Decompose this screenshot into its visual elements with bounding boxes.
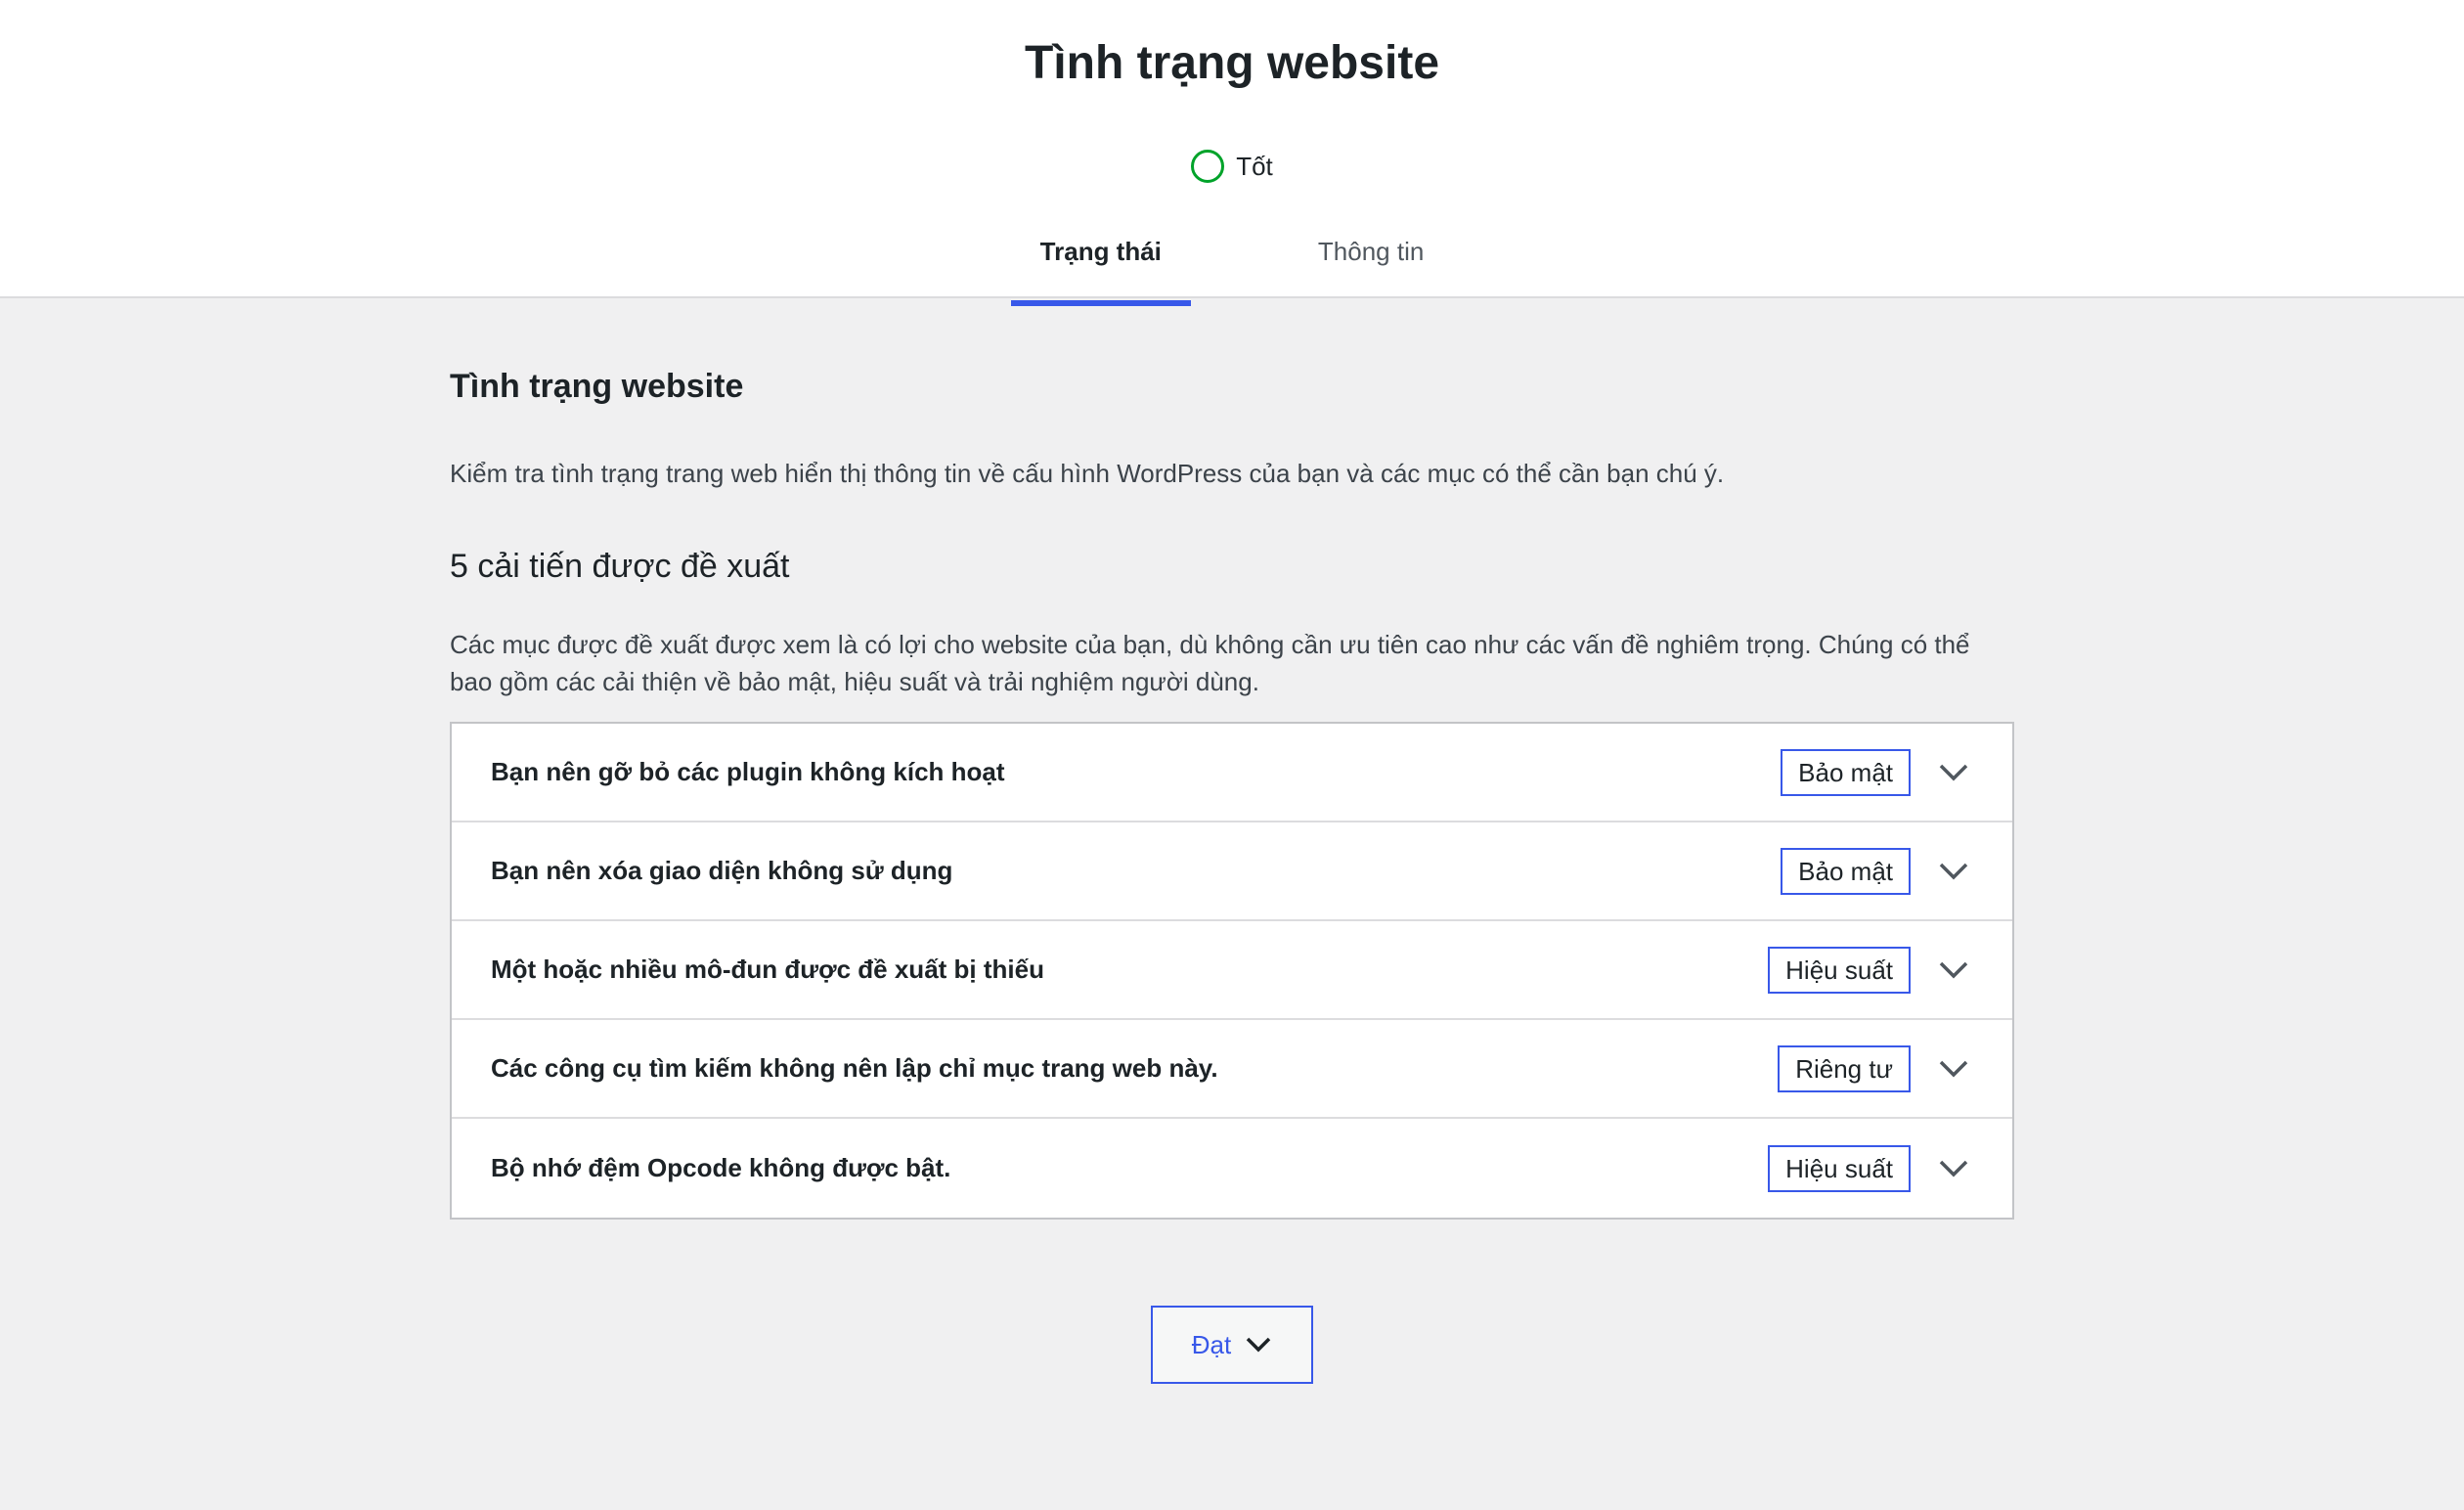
issues-list: Bạn nên gỡ bỏ các plugin không kích hoạt… — [450, 722, 2014, 1220]
passed-button-label: Đạt — [1191, 1329, 1232, 1359]
issue-badge: Hiệu suất — [1768, 1144, 1911, 1192]
header: Tình trạng website Tốt Trạng thái Thông … — [0, 0, 2464, 306]
issue-item[interactable]: Bạn nên xóa giao diện không sử dụng Bảo … — [452, 822, 2012, 921]
status-circle-icon — [1191, 150, 1225, 183]
tabs: Trạng thái Thông tin — [0, 220, 2464, 306]
chevron-down-icon[interactable] — [1934, 852, 1973, 891]
issue-badge: Bảo mật — [1781, 847, 1911, 895]
issue-title: Bộ nhớ đệm Opcode không được bật. — [491, 1153, 951, 1182]
main-content: Tình trạng website Kiểm tra tình trạng t… — [450, 362, 2014, 1220]
section-title: Tình trạng website — [450, 368, 744, 405]
issue-item[interactable]: Bạn nên gỡ bỏ các plugin không kích hoạt… — [452, 724, 2012, 822]
tab-info[interactable]: Thông tin — [1289, 220, 1453, 298]
improvements-title: 5 cải tiến được đề xuất — [450, 548, 790, 585]
issue-badge: Riêng tư — [1778, 1044, 1911, 1092]
issue-badge: Hiệu suất — [1768, 946, 1911, 994]
health-status: Tốt — [0, 145, 2464, 188]
chevron-down-icon[interactable] — [1934, 1049, 1973, 1088]
chevron-down-icon[interactable] — [1934, 951, 1973, 990]
passed-tests-button[interactable]: Đạt — [1151, 1306, 1313, 1384]
chevron-down-icon[interactable] — [1934, 753, 1973, 792]
issue-title: Một hoặc nhiều mô-đun được đề xuất bị th… — [491, 955, 1044, 984]
tab-status[interactable]: Trạng thái — [1010, 220, 1192, 306]
issue-item[interactable]: Bộ nhớ đệm Opcode không được bật. Hiệu s… — [452, 1119, 2012, 1218]
improvements-description: Các mục được đề xuất được xem là có lợi … — [450, 630, 1970, 696]
issue-title: Các công cụ tìm kiếm không nên lập chỉ m… — [491, 1053, 1218, 1083]
issue-title: Bạn nên gỡ bỏ các plugin không kích hoạt — [491, 757, 1005, 786]
section-description: Kiểm tra tình trạng trang web hiển thị t… — [450, 459, 1725, 488]
issue-item[interactable]: Các công cụ tìm kiếm không nên lập chỉ m… — [452, 1020, 2012, 1119]
chevron-down-icon[interactable] — [1934, 1149, 1973, 1188]
status-label: Tốt — [1236, 152, 1273, 181]
chevron-down-icon — [1246, 1337, 1271, 1353]
issue-badge: Bảo mật — [1781, 748, 1911, 796]
page-title: Tình trạng website — [1024, 37, 1440, 89]
passed-section: Đạt — [0, 1306, 2464, 1384]
issue-title: Bạn nên xóa giao diện không sử dụng — [491, 856, 953, 885]
issue-item[interactable]: Một hoặc nhiều mô-đun được đề xuất bị th… — [452, 921, 2012, 1020]
